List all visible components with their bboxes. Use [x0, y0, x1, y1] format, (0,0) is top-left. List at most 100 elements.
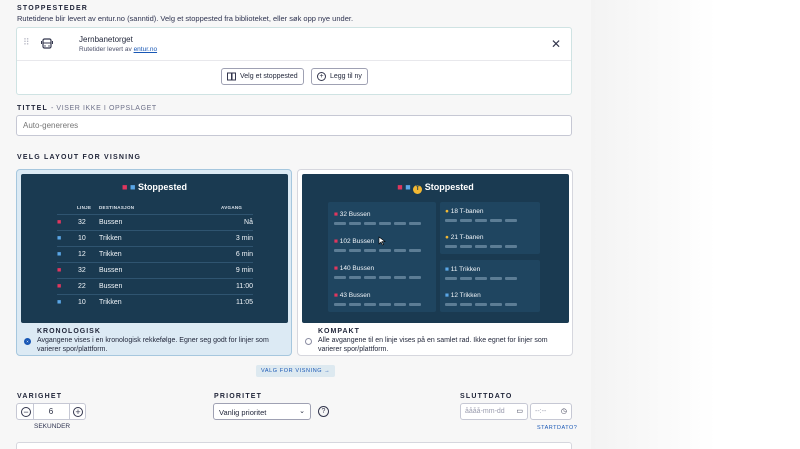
- row-destination: Trikken: [99, 235, 122, 242]
- time-bars: [445, 277, 517, 280]
- title-field-label: TITTEL - VISER IKKE I OPPSLAGET: [17, 105, 157, 112]
- priority-selected: Vanlig prioritet: [219, 408, 267, 417]
- drag-handle-icon[interactable]: ⠿: [23, 38, 30, 47]
- stop-item: ⠿ Jernbanetorget Rutetider levert av ent…: [17, 28, 571, 61]
- stop-list-card: ⠿ Jernbanetorget Rutetider levert av ent…: [16, 27, 572, 95]
- entur-link[interactable]: entur.no: [134, 46, 158, 53]
- time-bars: [445, 219, 517, 222]
- row-line: 22: [78, 283, 86, 290]
- departure-row: ■ 10 Trikken 3 min: [57, 230, 253, 245]
- row-time: 9 min: [235, 267, 253, 274]
- departure-row: ■ 22 Bussen 11:00: [57, 278, 253, 293]
- compact-bus-panel: ■ 32 Bussen ■ 102 Bussen ■ 140 Bussen ■ …: [328, 202, 436, 312]
- tram-icon: ■: [57, 299, 62, 306]
- layout-heading: VELG LAYOUT FOR VISNING: [17, 154, 142, 161]
- preview-title-text: Stoppested: [424, 182, 474, 192]
- tram-icon: ■: [129, 182, 136, 192]
- chronological-label: KRONOLOGISK: [37, 328, 101, 335]
- preview-title: ■ ■ T Stoppested: [302, 182, 569, 194]
- tram-icon: ■: [445, 266, 449, 273]
- metro-badge-icon: T: [413, 185, 423, 194]
- bus-icon: ■: [57, 219, 62, 226]
- end-date-input[interactable]: åååå-mm-dd ▭: [460, 403, 528, 420]
- stop-source-text: Rutetider levert av: [79, 46, 132, 53]
- choose-stop-button[interactable]: Velg et stoppested: [221, 68, 304, 85]
- end-time-input[interactable]: --:-- ◷: [530, 403, 572, 420]
- compact-tram-panel: ■ 11 Trikken ■ 12 Trikken: [440, 260, 540, 312]
- increase-button[interactable]: +: [73, 407, 83, 417]
- compact-label: KOMPAKT: [318, 328, 360, 335]
- help-icon[interactable]: ?: [318, 406, 329, 417]
- add-stop-button[interactable]: + Legg til ny: [311, 68, 368, 85]
- tram-icon: ■: [57, 235, 62, 242]
- duration-label: VARIGHET: [17, 393, 63, 400]
- start-date-link[interactable]: STARTDATO?: [537, 425, 577, 431]
- compact-line: ■ 11 Trikken: [445, 266, 480, 273]
- compact-line-text: 11 Trikken: [450, 266, 481, 273]
- duration-value[interactable]: 6: [34, 407, 68, 416]
- duration-unit: SEKUNDER: [34, 423, 71, 430]
- time-bars: [334, 303, 421, 306]
- compact-line-text: 102 Bussen: [339, 238, 375, 245]
- row-destination: Bussen: [99, 283, 123, 290]
- bus-icon: ■: [57, 267, 62, 274]
- calendar-icon[interactable]: ▭: [516, 407, 523, 415]
- remove-stop-close-icon[interactable]: ✕: [551, 37, 561, 51]
- bus-icon: [41, 38, 53, 49]
- settings-panel: STOPPESTEDER Rutetidene blir levert av e…: [0, 0, 591, 449]
- departure-row: ■ 12 Trikken 6 min: [57, 246, 253, 261]
- time-bars: [334, 276, 421, 279]
- departure-row: ■ 10 Trikken 11:05: [57, 294, 253, 309]
- clock-icon[interactable]: ◷: [561, 407, 567, 415]
- bus-icon: ■: [122, 182, 128, 192]
- compact-line: ● 18 T-banen: [445, 208, 484, 215]
- layout-option-compact[interactable]: ■ ■ T Stoppested ■ 32 Bussen ■ 102 Busse…: [297, 169, 573, 356]
- layout-option-chronological[interactable]: ■ ■ Stoppested LINJE DESTINASJON AVGANG …: [16, 169, 292, 356]
- stops-description: Rutetidene blir levert av entur.no (sann…: [17, 14, 354, 23]
- compact-line: ● 21 T-banen: [445, 234, 484, 241]
- compact-line-text: 140 Bussen: [339, 265, 375, 272]
- row-destination: Bussen: [99, 267, 123, 274]
- end-date-label: SLUTTDATO: [460, 393, 513, 400]
- mouse-cursor-icon: [378, 236, 386, 246]
- compact-line-text: 32 Bussen: [339, 211, 371, 218]
- tram-icon: ■: [405, 182, 411, 192]
- chevron-down-icon: ⌄: [299, 408, 305, 415]
- chronological-radio[interactable]: [24, 338, 31, 345]
- column-line: LINJE: [77, 205, 92, 210]
- compact-line-text: 18 T-banen: [450, 208, 484, 215]
- add-stop-label: Legg til ny: [330, 73, 362, 80]
- date-placeholder: åååå-mm-dd: [465, 408, 505, 415]
- row-time: 3 min: [235, 235, 253, 242]
- page-background: [591, 0, 800, 449]
- decrease-button[interactable]: −: [21, 407, 31, 417]
- preview-title-text: Stoppested: [137, 182, 187, 192]
- stop-source: Rutetider levert av entur.no: [79, 46, 157, 53]
- bus-icon: ■: [334, 292, 338, 299]
- tram-icon: ■: [445, 292, 449, 299]
- row-destination: Trikken: [99, 299, 122, 306]
- metro-icon: ●: [445, 234, 449, 241]
- row-time: Nå: [244, 219, 253, 226]
- compact-description: Alle avgangene til en linje vises på en …: [318, 337, 548, 353]
- compact-line: ■ 12 Trikken: [445, 292, 481, 299]
- tram-icon: ■: [57, 251, 62, 258]
- compact-radio[interactable]: [305, 338, 312, 345]
- row-destination: Bussen: [99, 219, 123, 226]
- row-line: 10: [78, 299, 86, 306]
- time-bars: [334, 222, 421, 225]
- priority-select[interactable]: Vanlig prioritet ⌄: [213, 403, 311, 420]
- chronological-description: Avgangene vises i en kronologisk rekkefø…: [37, 337, 269, 353]
- row-line: 32: [78, 219, 86, 226]
- row-time: 11:05: [236, 299, 253, 306]
- title-label-note: - VISER IKKE I OPPSLAGET: [50, 105, 157, 112]
- display-options-button[interactable]: VALG FOR VISNING →: [256, 365, 336, 377]
- title-label: TITTEL: [17, 105, 48, 112]
- title-input[interactable]: [16, 115, 572, 136]
- bus-icon: ■: [334, 211, 338, 218]
- duration-stepper: − 6 +: [16, 403, 86, 420]
- time-bars: [445, 303, 517, 306]
- stops-heading: STOPPESTEDER: [17, 5, 89, 12]
- choose-stop-label: Velg et stoppested: [240, 73, 298, 80]
- row-line: 10: [78, 235, 86, 242]
